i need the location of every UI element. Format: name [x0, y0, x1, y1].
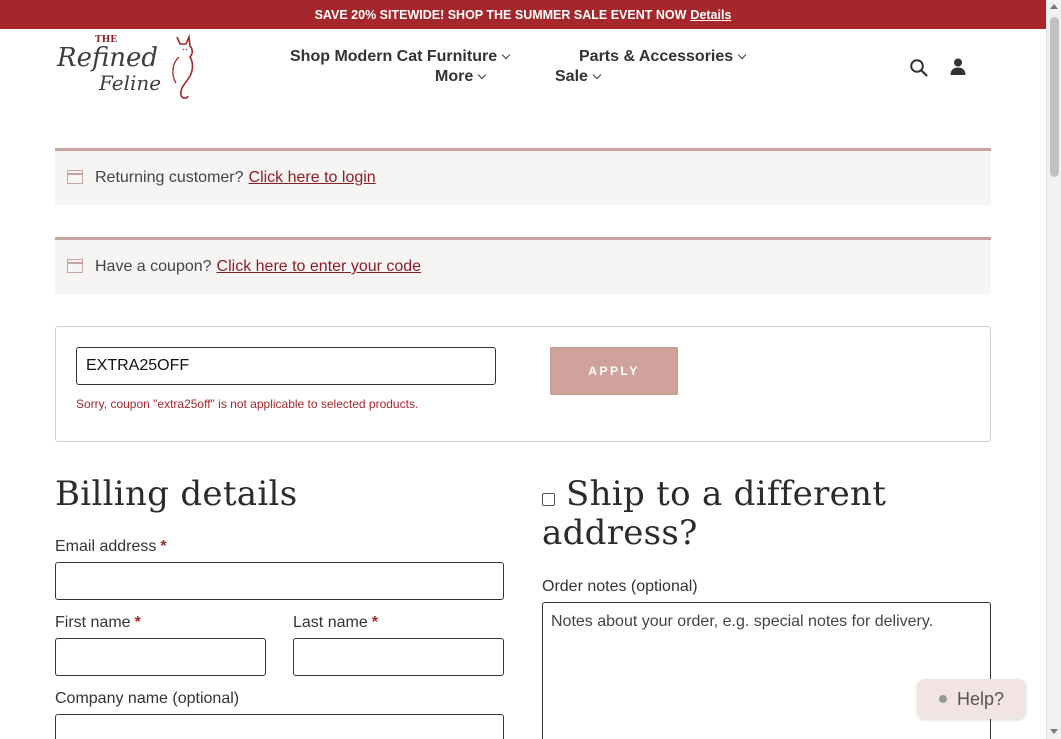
coupon-code-input[interactable] — [76, 347, 496, 385]
ship-different-address-heading-line2: address? — [542, 513, 698, 553]
nav-label: More — [435, 68, 474, 85]
window-icon — [67, 170, 83, 184]
login-notice: Returning customer? Click here to login — [55, 148, 991, 205]
nav-sale[interactable]: Sale — [555, 68, 602, 86]
nav-label: Parts & Accessories — [579, 48, 734, 65]
coupon-notice-text: Have a coupon? — [95, 258, 212, 275]
status-dot-icon — [938, 695, 947, 703]
last-name-field[interactable] — [293, 638, 504, 676]
order-notes-label: Order notes (optional) — [542, 578, 698, 595]
chevron-down-icon — [737, 50, 747, 60]
scroll-up-arrow-icon[interactable] — [1050, 4, 1058, 9]
order-notes-placeholder: Notes about your order, e.g. special not… — [551, 613, 934, 630]
first-name-field[interactable] — [55, 638, 266, 676]
chevron-down-icon — [477, 70, 487, 80]
login-link[interactable]: Click here to login — [249, 169, 376, 187]
search-icon[interactable] — [909, 58, 929, 78]
promo-banner: SAVE 20% SITEWIDE! SHOP THE SUMMER SALE … — [0, 0, 1046, 29]
company-name-label: Company name (optional) — [55, 690, 240, 707]
required-marker: * — [134, 614, 141, 631]
logo-line1: Refined — [57, 43, 159, 73]
ship-different-address-heading-line1: Ship to a different — [566, 474, 887, 514]
coupon-error-message: Sorry, coupon "extra25off" is not applic… — [76, 397, 419, 411]
ship-different-address-checkbox[interactable] — [542, 493, 555, 506]
window-icon — [67, 259, 83, 273]
login-notice-text: Returning customer? — [95, 169, 244, 186]
email-label: Email address * — [55, 538, 167, 556]
cat-silhouette-logo-icon — [172, 33, 194, 99]
chevron-down-icon — [501, 50, 511, 60]
first-name-label: First name * — [55, 614, 141, 632]
page-scrollbar[interactable] — [1046, 0, 1061, 739]
company-name-field[interactable] — [55, 714, 504, 739]
nav-label: Sale — [555, 68, 588, 85]
last-name-label-text: Last name — [293, 614, 368, 631]
scroll-down-arrow-icon[interactable] — [1050, 729, 1058, 734]
logo-line2: Feline — [99, 71, 162, 95]
account-icon[interactable] — [949, 57, 967, 77]
enter-coupon-link[interactable]: Click here to enter your code — [217, 258, 422, 276]
help-button[interactable]: Help? — [917, 679, 1026, 719]
nav-parts-accessories[interactable]: Parts & Accessories — [579, 48, 747, 66]
email-label-text: Email address — [55, 538, 157, 555]
nav-shop-modern-cat-furniture[interactable]: Shop Modern Cat Furniture — [290, 48, 511, 66]
first-name-label-text: First name — [55, 614, 131, 631]
email-field[interactable] — [55, 562, 504, 600]
last-name-label: Last name * — [293, 614, 378, 632]
promo-text: SAVE 20% SITEWIDE! SHOP THE SUMMER SALE … — [314, 7, 687, 22]
scrollbar-thumb[interactable] — [1050, 17, 1059, 177]
promo-details-link[interactable]: Details — [690, 8, 731, 22]
apply-coupon-button[interactable]: APPLY — [550, 347, 678, 395]
site-logo[interactable]: THE Refined Feline — [55, 33, 197, 101]
nav-label: Shop Modern Cat Furniture — [290, 48, 498, 65]
required-marker: * — [160, 538, 167, 555]
chevron-down-icon — [592, 70, 602, 80]
coupon-notice: Have a coupon? Click here to enter your … — [55, 237, 991, 294]
coupon-form: Sorry, coupon "extra25off" is not applic… — [55, 326, 991, 442]
nav-more[interactable]: More — [435, 68, 487, 86]
required-marker: * — [371, 614, 378, 631]
billing-details-heading: Billing details — [55, 474, 298, 514]
help-label: Help? — [956, 688, 1005, 709]
